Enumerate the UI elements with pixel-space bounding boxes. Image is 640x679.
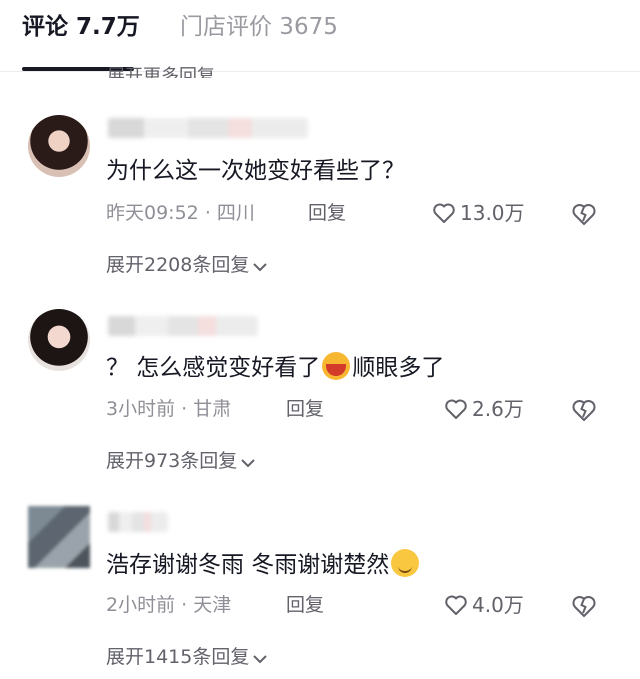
reply-button[interactable]: 回复: [286, 397, 324, 421]
comment-time: 3小时前: [106, 398, 176, 420]
heart-outline-icon: [445, 595, 467, 615]
tab-comments[interactable]: 评论 7.7万: [22, 12, 140, 42]
comment-tabs: 评论 7.7万 门店评价 3675: [0, 0, 640, 72]
username-blurred[interactable]: [108, 316, 258, 336]
comment-time: 2小时前: [106, 594, 176, 616]
heart-outline-icon: [433, 203, 455, 223]
like-button[interactable]: 13.0万: [432, 200, 525, 226]
comment-meta: 3小时前 · 甘肃: [106, 397, 231, 421]
comment-text-part: 顺眼多了: [352, 355, 445, 381]
avatar[interactable]: [28, 115, 90, 177]
comment-text: 为什么这一次她变好看些了？: [106, 158, 405, 184]
comment-text-part: ？ 怎么感觉变好看了: [106, 355, 321, 381]
like-button[interactable]: 4.0万: [444, 592, 524, 618]
tab-store-reviews[interactable]: 门店评价 3675: [180, 12, 338, 42]
meta-separator: ·: [204, 202, 217, 224]
comment-text: ？ 怎么感觉变好看了 顺眼多了: [106, 351, 444, 383]
username-blurred[interactable]: [108, 118, 308, 138]
comment-meta: 昨天09:52 · 四川: [106, 201, 255, 225]
chevron-down-icon: [241, 459, 255, 468]
broken-heart-icon[interactable]: [570, 592, 598, 620]
comment-location: 天津: [193, 594, 232, 616]
heart-outline-icon: [445, 399, 467, 419]
chevron-down-icon: [253, 655, 268, 664]
username-blurred[interactable]: [108, 512, 168, 532]
broken-heart-icon[interactable]: [570, 396, 598, 424]
comment-text: 浩存谢谢冬雨 冬雨谢谢楚然: [106, 548, 421, 580]
meta-separator: ·: [181, 398, 194, 420]
expand-replies-button[interactable]: 展开973条回复: [106, 448, 257, 474]
expand-replies-label: 展开2208条回复: [106, 254, 250, 276]
like-count: 13.0万: [460, 201, 525, 225]
like-count: 4.0万: [472, 593, 524, 617]
expand-replies-button[interactable]: 展开2208条回复: [106, 252, 269, 278]
meta-separator: ·: [181, 594, 194, 616]
comment-text-part: 浩存谢谢冬雨 冬雨谢谢楚然: [106, 552, 390, 578]
reply-button[interactable]: 回复: [286, 593, 324, 617]
chevron-down-icon: [253, 263, 268, 272]
like-button[interactable]: 2.6万: [444, 396, 524, 422]
expand-replies-label: 展开1415条回复: [106, 646, 250, 668]
comment-time: 昨天09:52: [106, 202, 199, 224]
like-count: 2.6万: [472, 397, 524, 421]
avatar[interactable]: [28, 506, 90, 568]
reply-button[interactable]: 回复: [308, 201, 346, 225]
comment-location: 四川: [216, 202, 255, 224]
avatar[interactable]: [28, 309, 90, 371]
expand-replies-label: 展开973条回复: [106, 450, 238, 472]
broken-heart-icon[interactable]: [570, 200, 598, 228]
expand-more-replies-link[interactable]: 展开更多回复: [107, 60, 215, 78]
laugh-emoji-icon: [320, 351, 352, 381]
expand-replies-button[interactable]: 展开1415条回复: [106, 644, 269, 670]
smile-emoji-icon: [389, 548, 421, 578]
comment-location: 甘肃: [193, 398, 232, 420]
comment-meta: 2小时前 · 天津: [106, 593, 231, 617]
